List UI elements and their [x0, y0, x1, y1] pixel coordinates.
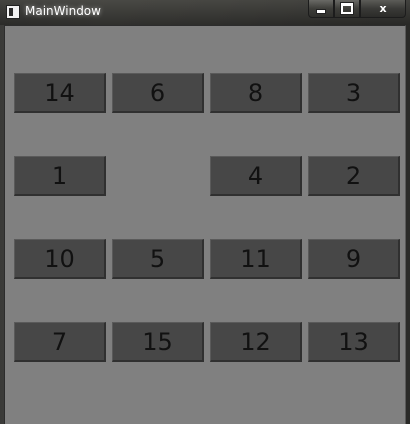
tile-button[interactable]: 7	[14, 322, 106, 362]
minimize-button[interactable]	[308, 0, 334, 18]
app-icon[interactable]	[6, 5, 20, 19]
maximize-icon	[341, 3, 353, 14]
tile-button[interactable]: 3	[308, 73, 400, 113]
title-bar[interactable]: MainWindow x	[0, 0, 410, 25]
tile-button[interactable]: 1	[14, 156, 106, 196]
tile-button[interactable]: 15	[112, 322, 204, 362]
tile-button[interactable]: 6	[112, 73, 204, 113]
tile-button[interactable]: 5	[112, 239, 204, 279]
tile-button[interactable]: 4	[210, 156, 302, 196]
window-title: MainWindow	[25, 4, 101, 18]
tile-button[interactable]: 13	[308, 322, 400, 362]
tile-button[interactable]: 2	[308, 156, 400, 196]
close-icon: x	[379, 2, 387, 15]
tile-button[interactable]: 10	[14, 239, 106, 279]
close-button[interactable]: x	[360, 0, 406, 18]
tile-button[interactable]: 8	[210, 73, 302, 113]
main-window: MainWindow x 14 6 8 3 1 4 2 10 5 11 9 7 …	[0, 0, 410, 424]
tile-button[interactable]: 14	[14, 73, 106, 113]
tile-button[interactable]: 9	[308, 239, 400, 279]
minimize-icon	[316, 9, 326, 14]
puzzle-board: 14 6 8 3 1 4 2 10 5 11 9 7 15 12 13	[4, 25, 406, 424]
maximize-button[interactable]	[334, 0, 360, 18]
caption-buttons: x	[308, 0, 406, 19]
tile-button[interactable]: 12	[210, 322, 302, 362]
tile-button[interactable]: 11	[210, 239, 302, 279]
